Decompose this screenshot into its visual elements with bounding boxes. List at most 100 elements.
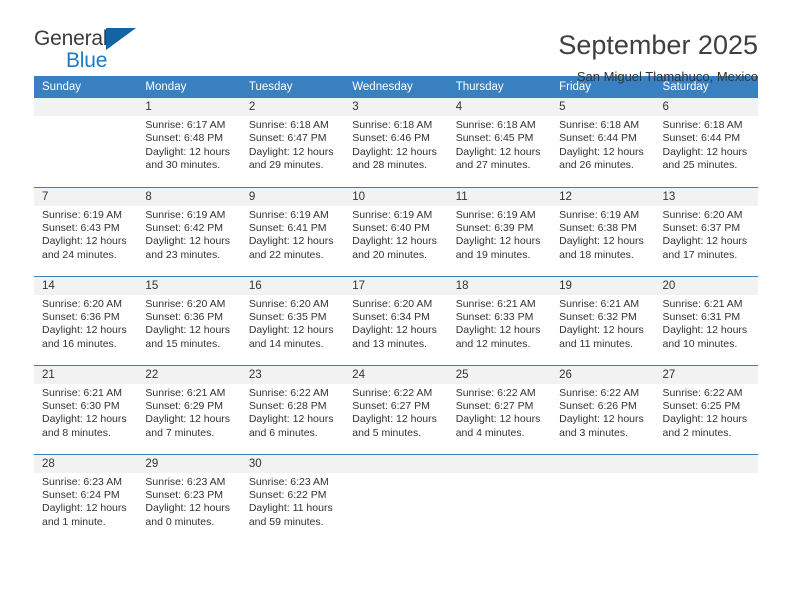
day-details: Sunrise: 6:21 AM Sunset: 6:32 PM Dayligh… [551,295,654,352]
day-number: 28 [34,454,138,473]
daylight-text-line1: Daylight: 12 hours [559,235,644,248]
sunset-text: Sunset: 6:48 PM [145,132,224,145]
calendar-page: General Blue September 2025 San Miguel T… [0,0,792,612]
sunrise-text: Sunrise: 6:22 AM [662,386,743,399]
day-number: 10 [344,187,448,206]
day-number: 18 [447,276,552,295]
logo-text-general: General [34,27,108,50]
daylight-text-line2: and 17 minutes. [662,248,738,261]
daylight-text-line2: and 28 minutes. [352,159,427,172]
day-cell[interactable]: 4 Sunrise: 6:18 AM Sunset: 6:45 PM Dayli… [447,98,552,187]
day-number [447,454,552,473]
day-cell[interactable]: 13 Sunrise: 6:20 AM Sunset: 6:37 PM Dayl… [654,186,758,276]
daylight-text-line2: and 5 minutes. [352,426,422,439]
daylight-text-line2: and 23 minutes. [145,248,221,261]
sunrise-text: Sunrise: 6:19 AM [455,208,536,221]
sunrise-text: Sunrise: 6:22 AM [248,386,329,399]
sunset-text: Sunset: 6:45 PM [455,132,534,145]
day-cell[interactable]: 25 Sunrise: 6:22 AM Sunset: 6:27 PM Dayl… [447,364,552,454]
daylight-text-line2: and 29 minutes. [248,159,324,172]
sunrise-text: Sunrise: 6:18 AM [559,119,640,131]
sunrise-text: Sunrise: 6:21 AM [145,386,226,399]
day-cell[interactable]: 26 Sunrise: 6:22 AM Sunset: 6:26 PM Dayl… [551,364,655,454]
day-cell[interactable]: 10 Sunrise: 6:19 AM Sunset: 6:40 PM Dayl… [344,186,448,276]
day-cell[interactable]: 18 Sunrise: 6:21 AM Sunset: 6:33 PM Dayl… [447,275,552,365]
daylight-text-line2: and 24 minutes. [42,248,117,261]
week-row: 21 Sunrise: 6:21 AM Sunset: 6:30 PM Dayl… [34,364,758,454]
daylight-text-line1: Daylight: 12 hours [145,324,231,337]
day-cell[interactable]: 28 Sunrise: 6:23 AM Sunset: 6:24 PM Dayl… [34,453,138,543]
day-cell[interactable]: 24 Sunrise: 6:22 AM Sunset: 6:27 PM Dayl… [344,364,448,454]
day-cell[interactable]: 22 Sunrise: 6:21 AM Sunset: 6:29 PM Dayl… [137,364,241,454]
sunrise-text: Sunrise: 6:21 AM [455,297,536,310]
daylight-text-line1: Daylight: 12 hours [455,413,541,426]
day-details: Sunrise: 6:18 AM Sunset: 6:45 PM Dayligh… [448,116,551,173]
daylight-text-line1: Daylight: 12 hours [455,235,541,248]
day-cell[interactable]: 15 Sunrise: 6:20 AM Sunset: 6:36 PM Dayl… [137,275,241,365]
sunset-text: Sunset: 6:33 PM [455,310,534,323]
sunset-text: Sunset: 6:40 PM [352,221,430,234]
daylight-text-line2: and 15 minutes. [145,337,221,350]
day-cell[interactable]: 1 Sunrise: 6:17 AM Sunset: 6:48 PM Dayli… [137,98,241,187]
day-cell[interactable]: 6 Sunrise: 6:18 AM Sunset: 6:44 PM Dayli… [654,98,758,187]
day-details: Sunrise: 6:19 AM Sunset: 6:41 PM Dayligh… [241,206,344,263]
daylight-text-line2: and 59 minutes. [248,515,324,528]
day-details: Sunrise: 6:23 AM Sunset: 6:24 PM Dayligh… [34,473,137,530]
day-cell[interactable]: 23 Sunrise: 6:22 AM Sunset: 6:28 PM Dayl… [240,364,345,454]
day-cell[interactable]: 8 Sunrise: 6:19 AM Sunset: 6:42 PM Dayli… [137,186,241,276]
day-cell[interactable]: 29 Sunrise: 6:23 AM Sunset: 6:23 PM Dayl… [137,453,241,543]
day-cell[interactable] [654,453,758,543]
sunset-text: Sunset: 6:39 PM [455,221,534,234]
daylight-text-line2: and 16 minutes. [42,337,117,350]
day-cell[interactable] [344,453,448,543]
sunrise-text: Sunrise: 6:23 AM [248,475,329,488]
day-details: Sunrise: 6:18 AM Sunset: 6:44 PM Dayligh… [551,116,654,173]
day-cell[interactable]: 9 Sunrise: 6:19 AM Sunset: 6:41 PM Dayli… [240,186,345,276]
day-cell[interactable]: 19 Sunrise: 6:21 AM Sunset: 6:32 PM Dayl… [551,275,655,365]
day-details: Sunrise: 6:20 AM Sunset: 6:36 PM Dayligh… [34,295,137,352]
day-cell[interactable]: 30 Sunrise: 6:23 AM Sunset: 6:22 PM Dayl… [240,453,345,543]
day-cell[interactable]: 21 Sunrise: 6:21 AM Sunset: 6:30 PM Dayl… [34,364,138,454]
daylight-text-line2: and 19 minutes. [455,248,531,261]
day-cell[interactable] [551,453,655,543]
day-number: 16 [240,276,345,295]
page-header: General Blue September 2025 San Miguel T… [34,0,758,84]
sunset-text: Sunset: 6:38 PM [559,221,637,234]
day-cell[interactable] [34,98,138,187]
daylight-text-line1: Daylight: 12 hours [559,413,644,426]
day-details [344,473,447,476]
day-cell[interactable]: 17 Sunrise: 6:20 AM Sunset: 6:34 PM Dayl… [344,275,448,365]
day-cell[interactable]: 14 Sunrise: 6:20 AM Sunset: 6:36 PM Dayl… [34,275,138,365]
day-number [654,454,758,473]
general-blue-logo[interactable]: General Blue [34,27,154,83]
sunrise-text: Sunrise: 6:19 AM [42,208,122,221]
day-cell[interactable]: 27 Sunrise: 6:22 AM Sunset: 6:25 PM Dayl… [654,364,758,454]
day-cell[interactable]: 20 Sunrise: 6:21 AM Sunset: 6:31 PM Dayl… [654,275,758,365]
sunrise-text: Sunrise: 6:19 AM [352,208,433,221]
daylight-text-line2: and 4 minutes. [455,426,525,439]
day-cell[interactable]: 5 Sunrise: 6:18 AM Sunset: 6:44 PM Dayli… [551,98,655,187]
day-details [551,473,654,476]
daylight-text-line2: and 12 minutes. [455,337,531,350]
day-cell[interactable]: 7 Sunrise: 6:19 AM Sunset: 6:43 PM Dayli… [34,186,138,276]
day-details: Sunrise: 6:21 AM Sunset: 6:31 PM Dayligh… [655,295,758,352]
day-details [34,116,137,119]
day-cell[interactable]: 3 Sunrise: 6:18 AM Sunset: 6:46 PM Dayli… [344,98,448,187]
sunset-text: Sunset: 6:25 PM [662,399,741,412]
day-cell[interactable]: 16 Sunrise: 6:20 AM Sunset: 6:35 PM Dayl… [240,275,345,365]
day-number: 26 [551,365,655,384]
day-cell[interactable]: 12 Sunrise: 6:19 AM Sunset: 6:38 PM Dayl… [551,186,655,276]
daylight-text-line2: and 27 minutes. [455,159,531,172]
day-cell[interactable] [447,453,552,543]
day-cell[interactable]: 11 Sunrise: 6:19 AM Sunset: 6:39 PM Dayl… [447,186,552,276]
sunrise-text: Sunrise: 6:20 AM [352,297,433,310]
sunrise-text: Sunrise: 6:21 AM [559,297,640,310]
day-number: 5 [551,98,655,116]
day-number: 19 [551,276,655,295]
weekday-header-tuesday: Tuesday [240,76,345,98]
day-cell[interactable]: 2 Sunrise: 6:18 AM Sunset: 6:47 PM Dayli… [240,98,345,187]
weekday-header-wednesday: Wednesday [344,76,448,98]
sunset-text: Sunset: 6:24 PM [42,488,120,501]
day-number: 17 [344,276,448,295]
day-details: Sunrise: 6:19 AM Sunset: 6:43 PM Dayligh… [34,206,137,263]
